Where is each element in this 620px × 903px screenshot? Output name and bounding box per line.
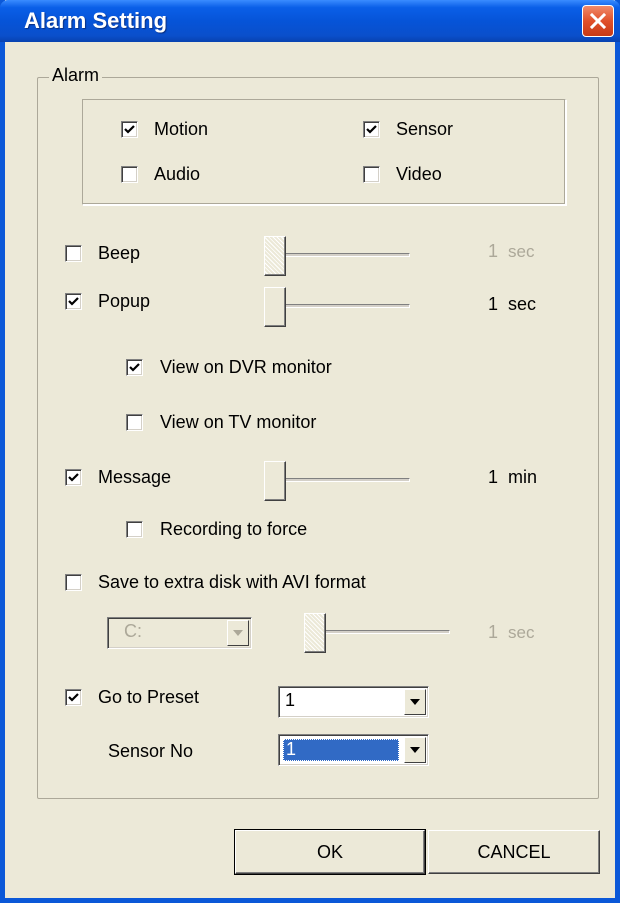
sensor-no-dropdown-button[interactable] xyxy=(404,737,426,763)
drive-select[interactable]: C: xyxy=(107,617,252,649)
audio-label: Audio xyxy=(154,164,201,184)
chevron-down-icon xyxy=(410,747,420,753)
alarm-group-legend: Alarm xyxy=(49,65,103,86)
sensor-no-select-value: 1 xyxy=(286,739,297,759)
popup-checkbox[interactable] xyxy=(65,293,82,310)
view-tv-checkbox[interactable] xyxy=(126,414,143,431)
popup-value: 1 sec xyxy=(488,294,537,314)
sensor-no-label: Sensor No xyxy=(108,741,194,761)
preset-select-value: 1 xyxy=(285,690,296,710)
alarm-type-box xyxy=(82,99,566,205)
message-checkbox[interactable] xyxy=(65,469,82,486)
drive-select-dropdown-button[interactable] xyxy=(227,620,249,646)
sensor-label: Sensor xyxy=(396,119,454,139)
view-tv-label: View on TV monitor xyxy=(160,412,317,432)
window-title: Alarm Setting xyxy=(24,8,168,33)
beep-label: Beep xyxy=(98,243,141,263)
ok-button[interactable]: OK xyxy=(234,829,426,875)
popup-slider-thumb[interactable] xyxy=(264,287,286,327)
close-icon xyxy=(589,12,607,30)
sensor-no-select[interactable]: 1 xyxy=(278,734,429,766)
preset-select[interactable]: 1 xyxy=(278,686,429,718)
title-bar[interactable]: Alarm Setting xyxy=(0,0,620,42)
motion-label: Motion xyxy=(154,119,209,139)
beep-slider-thumb[interactable] xyxy=(264,236,286,276)
sensor-checkbox[interactable] xyxy=(363,121,380,138)
popup-label: Popup xyxy=(98,291,151,311)
save-extra-label: Save to extra disk with AVI format xyxy=(98,572,366,592)
message-value: 1 min xyxy=(488,467,538,487)
popup-slider-track[interactable] xyxy=(268,304,410,308)
close-button[interactable] xyxy=(582,5,614,37)
beep-slider-track[interactable] xyxy=(268,253,410,257)
recording-force-label: Recording to force xyxy=(160,519,308,539)
beep-value: 1 sec xyxy=(488,241,535,261)
cancel-button[interactable]: CANCEL xyxy=(428,830,600,874)
message-label: Message xyxy=(98,467,172,487)
save-value: 1 sec xyxy=(488,622,535,642)
audio-checkbox[interactable] xyxy=(121,166,138,183)
recording-force-checkbox[interactable] xyxy=(126,521,143,538)
preset-checkbox[interactable] xyxy=(65,689,82,706)
sensor-no-selection: 1 xyxy=(283,739,399,761)
message-slider-track[interactable] xyxy=(268,478,410,482)
chevron-down-icon xyxy=(410,699,420,705)
beep-checkbox[interactable] xyxy=(65,245,82,262)
video-label: Video xyxy=(396,164,442,184)
save-extra-checkbox[interactable] xyxy=(65,574,82,591)
message-slider-thumb[interactable] xyxy=(264,461,286,501)
chevron-down-icon xyxy=(233,630,243,636)
view-dvr-checkbox[interactable] xyxy=(126,359,143,376)
video-checkbox[interactable] xyxy=(363,166,380,183)
save-slider-track[interactable] xyxy=(308,630,450,634)
view-dvr-label: View on DVR monitor xyxy=(160,357,332,377)
drive-select-value: C: xyxy=(124,621,142,641)
save-slider-thumb[interactable] xyxy=(304,613,326,653)
motion-checkbox[interactable] xyxy=(121,121,138,138)
preset-select-dropdown-button[interactable] xyxy=(404,689,426,715)
preset-label: Go to Preset xyxy=(98,687,200,707)
